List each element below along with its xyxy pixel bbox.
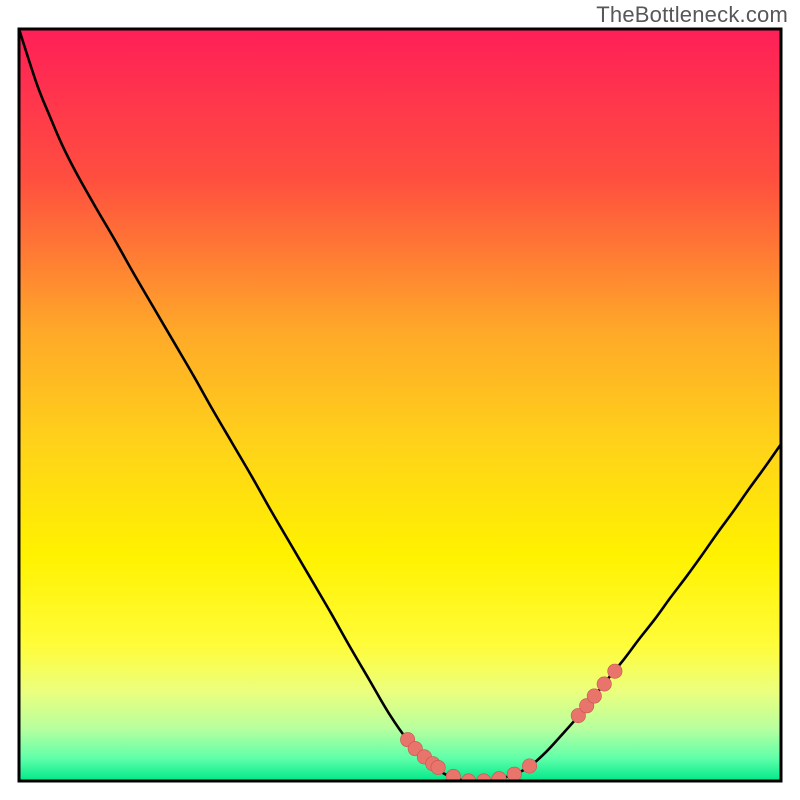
- bottleneck-chart: [0, 0, 800, 800]
- gpu-marker: [597, 677, 611, 691]
- gpu-marker: [431, 760, 445, 774]
- watermark-text: TheBottleneck.com: [596, 2, 788, 28]
- gpu-marker: [522, 759, 536, 773]
- gpu-marker: [608, 664, 622, 678]
- chart-frame: TheBottleneck.com: [0, 0, 800, 800]
- plot-background: [19, 29, 781, 781]
- gpu-marker: [492, 772, 506, 786]
- gpu-marker: [587, 689, 601, 703]
- gpu-marker: [507, 767, 521, 781]
